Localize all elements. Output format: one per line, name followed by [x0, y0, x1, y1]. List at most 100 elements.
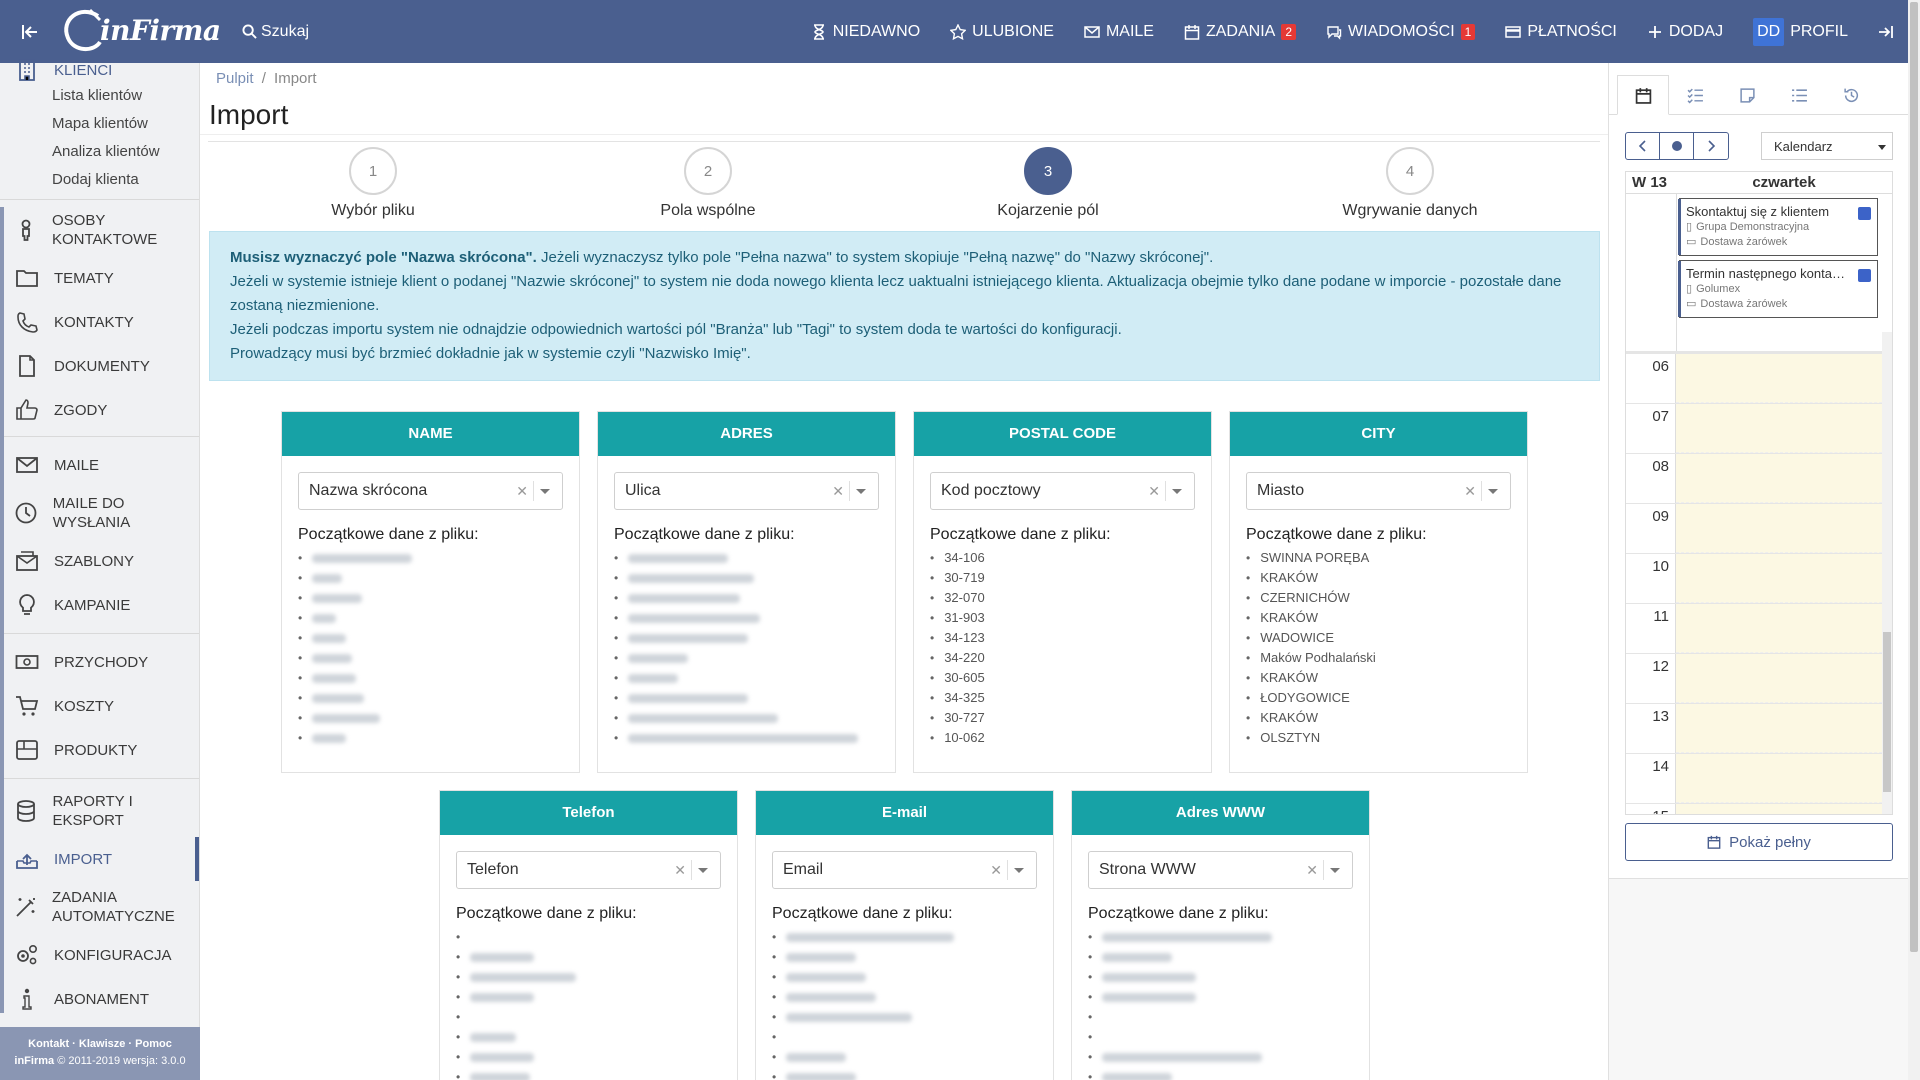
sidebar-item-klienci[interactable]: KLIENCI	[0, 59, 199, 81]
sidebar-sub-client-map[interactable]: Mapa klientów	[0, 109, 199, 137]
nav-tasks[interactable]: ZADANIA 2	[1169, 0, 1311, 63]
clear-icon[interactable]: ✕	[1306, 862, 1318, 879]
sidebar-item-income[interactable]: PRZYCHODY	[0, 640, 199, 684]
nav-add[interactable]: DODAJ	[1632, 0, 1738, 63]
hour-row[interactable]: 15	[1626, 804, 1892, 814]
hour-row[interactable]: 09	[1626, 504, 1892, 554]
field-select[interactable]: Nazwa skrócona ✕	[298, 472, 563, 510]
nav-favorites[interactable]: ULUBIONE	[935, 0, 1069, 63]
field-select[interactable]: Miasto ✕	[1246, 472, 1511, 510]
page-scrollbar-thumb[interactable]	[1910, 2, 1918, 952]
nav-recent[interactable]: NIEDAWNO	[796, 0, 935, 63]
next-button[interactable]	[1694, 133, 1728, 159]
today-button[interactable]	[1660, 133, 1694, 159]
search-button[interactable]: Szukaj	[242, 23, 309, 41]
app-logo[interactable]: inFirma	[60, 0, 221, 63]
sidebar-item-automated-tasks[interactable]: ZADANIA AUTOMATYCZNE	[0, 881, 199, 933]
chevron-right-icon	[1708, 140, 1716, 152]
list-item: WADOWICE	[1246, 628, 1511, 648]
sidebar-item-costs[interactable]: KOSZTY	[0, 684, 199, 728]
sidebar-sub-client-list[interactable]: Lista klientów	[0, 81, 199, 109]
sample-list: 34-106 30-719 32-070 31-903 34-123 34-22…	[930, 548, 1195, 748]
calendar-scrollbar[interactable]	[1882, 332, 1892, 814]
hour-row[interactable]: 13	[1626, 704, 1892, 754]
nav-payments[interactable]: PŁATNOŚCI	[1490, 0, 1632, 63]
tab-list[interactable]	[1773, 75, 1825, 115]
sidebar-item-configuration[interactable]: KONFIGURACJA	[0, 933, 199, 977]
sidebar-item-consents[interactable]: ZGODY	[0, 388, 199, 432]
list-item	[772, 1047, 1037, 1067]
select-value: Strona WWW	[1099, 861, 1196, 878]
clear-icon[interactable]: ✕	[990, 862, 1002, 879]
sidebar: KLIENCI Lista klientów Mapa klientów Ana…	[0, 59, 200, 1080]
clear-icon[interactable]: ✕	[674, 862, 686, 879]
nav-mails[interactable]: MAILE	[1069, 0, 1169, 63]
field-select[interactable]: Kod pocztowy ✕	[930, 472, 1195, 510]
nav-add-label: DODAJ	[1668, 22, 1724, 40]
calendar-event[interactable]: Skontaktuj się z klientem ▯ Grupa Demonst…	[1678, 198, 1878, 256]
logo-text: inFirma	[100, 14, 221, 47]
sidebar-sub-client-analysis[interactable]: Analiza klientów	[0, 137, 199, 165]
tab-tasks[interactable]	[1669, 75, 1721, 115]
field-select[interactable]: Strona WWW ✕	[1088, 851, 1353, 889]
nav-profile[interactable]: DD PROFIL	[1738, 0, 1863, 63]
logout-icon[interactable]	[1863, 24, 1908, 40]
calendar-icon	[1184, 24, 1200, 40]
list-item: 30-727	[930, 708, 1195, 728]
sidebar-item-import[interactable]: IMPORT	[0, 837, 199, 881]
field-select[interactable]: Telefon ✕	[456, 851, 721, 889]
tab-calendar[interactable]	[1617, 75, 1669, 115]
tab-notes[interactable]	[1721, 75, 1773, 115]
hour-row[interactable]: 08	[1626, 454, 1892, 504]
sidebar-item-documents[interactable]: DOKUMENTY	[0, 344, 199, 388]
field-select[interactable]: Ulica ✕	[614, 472, 879, 510]
breadcrumb-separator: /	[261, 70, 266, 87]
scrollbar-thumb[interactable]	[1883, 632, 1891, 792]
list-item	[614, 568, 879, 588]
calendar-event[interactable]: Termin następnego kontaktu ▯ Golumex ▭ Dos…	[1678, 260, 1878, 318]
clear-icon[interactable]: ✕	[1464, 483, 1476, 500]
field-select[interactable]: Email ✕	[772, 851, 1037, 889]
page-title: Import	[200, 95, 1608, 135]
nav-messages[interactable]: WIADOMOŚCI 1	[1311, 0, 1490, 63]
hour-row[interactable]: 11	[1626, 604, 1892, 654]
sidebar-label: DOKUMENTY	[54, 357, 150, 375]
show-full-calendar-button[interactable]: Pokaż pełny	[1625, 823, 1893, 861]
footer-links[interactable]: Kontakt · Klawisze · Pomoc	[0, 1036, 200, 1053]
sidebar-item-contact-persons[interactable]: OSOBY KONTAKTOWE	[0, 204, 199, 256]
sidebar-label: PRODUKTY	[54, 741, 138, 759]
clear-icon[interactable]: ✕	[516, 483, 528, 500]
sidebar-item-mails[interactable]: MAILE	[0, 443, 199, 487]
page-scrollbar[interactable]	[1908, 0, 1920, 1080]
hour-row[interactable]: 07	[1626, 404, 1892, 454]
clear-icon[interactable]: ✕	[832, 483, 844, 500]
prev-button[interactable]	[1626, 133, 1660, 159]
mapping-card-address: ADRES Ulica ✕ Początkowe dane z pliku:	[597, 411, 896, 773]
footer-copy: © 2011-2019 wersja: 3.0.0	[57, 1055, 186, 1067]
list-item: OLSZTYN	[1246, 728, 1511, 748]
hour-row[interactable]: 14	[1626, 754, 1892, 804]
sidebar-item-campaigns[interactable]: KAMPANIE	[0, 583, 199, 627]
alert-line-1-rest: Jeżeli wyznaczysz tylko pole "Pełna nazw…	[536, 249, 1214, 266]
sidebar-item-reports[interactable]: RAPORTY I EKSPORT	[0, 785, 199, 837]
sidebar-item-subscription[interactable]: ABONAMENT	[0, 977, 199, 1021]
hour-row[interactable]: 12	[1626, 654, 1892, 704]
tab-history[interactable]	[1825, 75, 1877, 115]
step-label: Wybór pliku	[331, 202, 415, 219]
hour-row[interactable]: 10	[1626, 554, 1892, 604]
view-select[interactable]: Kalendarz	[1761, 132, 1893, 160]
hour-row[interactable]: 06	[1626, 354, 1892, 404]
sidebar-item-contacts[interactable]: KONTAKTY	[0, 300, 199, 344]
breadcrumb-home-link[interactable]: Pulpit	[216, 70, 254, 87]
sidebar-item-topics[interactable]: TEMATY	[0, 256, 199, 300]
chevron-down-icon	[856, 489, 866, 494]
sidebar-item-templates[interactable]: SZABLONY	[0, 539, 199, 583]
hour-label: 09	[1626, 504, 1676, 553]
collapse-sidebar-icon[interactable]	[0, 0, 60, 63]
event-topic-text: Dostawa żarówek	[1700, 298, 1788, 310]
sidebar-item-products[interactable]: PRODUKTY	[0, 728, 199, 772]
sidebar-sub-add-client[interactable]: Dodaj klienta	[0, 165, 199, 193]
sidebar-item-mails-to-send[interactable]: MAILE DO WYSŁANIA	[0, 487, 199, 539]
clear-icon[interactable]: ✕	[1148, 483, 1160, 500]
list-item	[298, 608, 563, 628]
